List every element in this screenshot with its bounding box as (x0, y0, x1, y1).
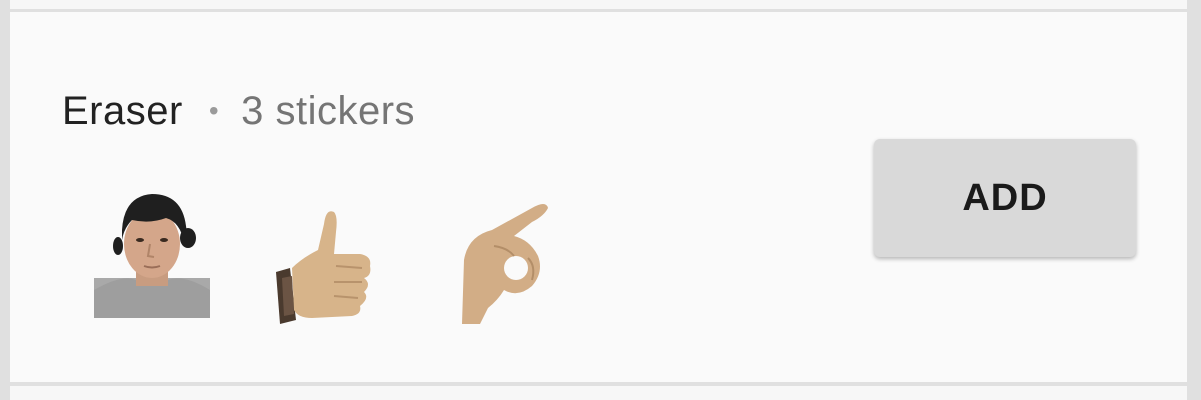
thumbs-up-sticker-icon (276, 211, 371, 324)
add-button[interactable]: ADD (874, 139, 1136, 257)
sticker-count: 3 stickers (241, 88, 416, 133)
pack-name: Eraser (62, 88, 183, 133)
ok-hand-sticker-icon (462, 204, 548, 324)
person-face-sticker-icon (94, 194, 210, 318)
pack-title-line: Eraser • 3 stickers (62, 86, 415, 136)
next-pack-row (10, 386, 1187, 400)
title-separator: • (208, 95, 220, 126)
previous-pack-row (10, 0, 1187, 9)
sticker-pack-card[interactable]: Eraser • 3 stickers ADD (10, 12, 1187, 382)
